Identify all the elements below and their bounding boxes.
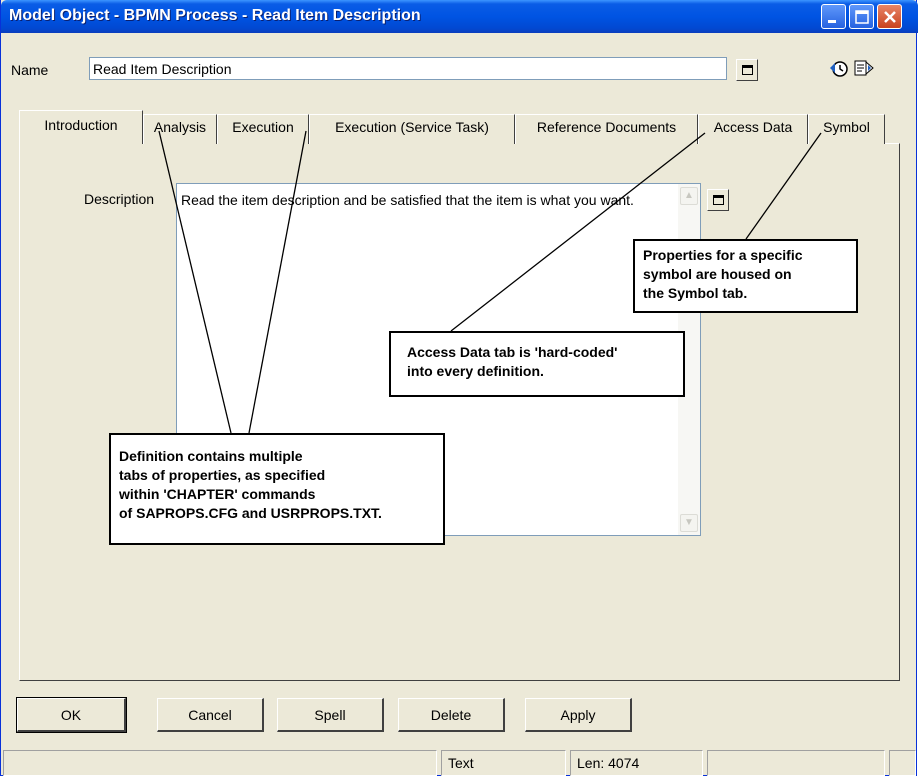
tab-reference-documents[interactable]: Reference Documents [515,114,698,144]
title-bar[interactable]: Model Object - BPMN Process - Read Item … [1,0,918,33]
tab-symbol[interactable]: Symbol [808,114,885,144]
callout-line: tabs of properties, as specified [119,467,326,483]
name-input[interactable] [89,57,727,80]
name-expand-button[interactable] [736,59,758,81]
cancel-button[interactable]: Cancel [157,698,264,732]
expand-window-icon [713,195,724,205]
tab-access-data[interactable]: Access Data [698,114,808,144]
window-title: Model Object - BPMN Process - Read Item … [9,7,421,24]
history-icon [830,61,848,77]
close-button[interactable] [877,4,902,29]
maximize-button[interactable] [849,4,874,29]
callout-symbol: Properties for a specific symbol are hou… [633,239,858,313]
properties-icon [854,60,874,76]
minimize-button[interactable] [821,4,846,29]
tab-analysis[interactable]: Analysis [143,114,217,144]
callout-line: Properties for a specific [643,247,803,263]
model-object-window: Model Object - BPMN Process - Read Item … [0,0,918,776]
spell-button[interactable]: Spell [277,698,384,732]
description-text: Read the item description and be satisfi… [181,192,634,208]
size-grip[interactable] [889,750,916,776]
ok-button[interactable]: OK [16,697,127,733]
status-length: Len: 4074 [570,750,703,776]
expand-window-icon [742,65,753,75]
status-cell-empty [3,750,437,776]
delete-button[interactable]: Delete [398,698,505,732]
callout-line: of SAPROPS.CFG and USRPROPS.TXT. [119,505,382,521]
description-expand-button[interactable] [707,189,729,211]
callout-access-data: Access Data tab is 'hard-coded' into eve… [389,331,685,397]
properties-button[interactable] [852,56,876,80]
description-label: Description [84,191,155,207]
scroll-down-icon[interactable]: ▼ [680,514,698,532]
callout-line: the Symbol tab. [643,285,748,301]
callout-definition: Definition contains multiple tabs of pro… [109,433,445,545]
tab-execution[interactable]: Execution [217,114,309,144]
status-cell-empty [707,750,885,776]
callout-line: within 'CHAPTER' commands [119,486,316,502]
callout-line: symbol are housed on [643,266,792,282]
callout-line: into every definition. [407,363,544,379]
callout-line: Access Data tab is 'hard-coded' [407,344,618,360]
close-icon [884,11,896,23]
maximize-icon [855,10,869,24]
name-label: Name [11,62,49,78]
apply-button[interactable]: Apply [525,698,632,732]
minimize-icon [828,20,836,23]
tab-introduction[interactable]: Introduction [19,110,143,144]
status-mode: Text [441,750,566,776]
callout-line: Definition contains multiple [119,448,303,464]
tab-execution-service-task[interactable]: Execution (Service Task) [309,114,515,144]
status-bar: Text Len: 4074 [1,748,918,776]
scroll-up-icon[interactable]: ▲ [680,187,698,205]
history-button[interactable] [827,56,851,80]
